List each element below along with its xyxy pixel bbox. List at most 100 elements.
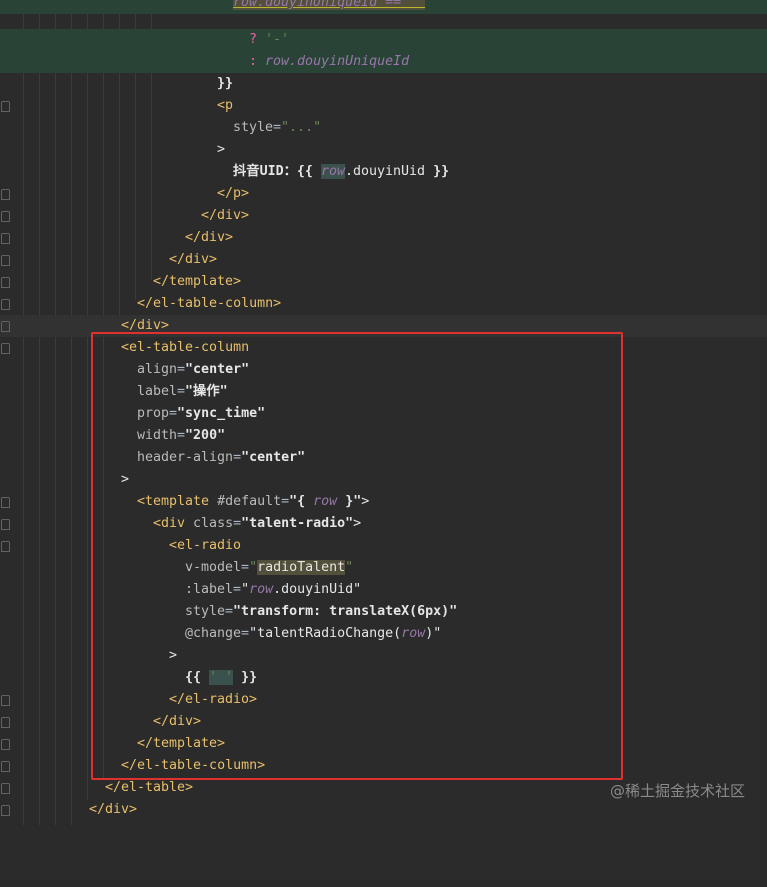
code-token: "操作" <box>185 384 228 399</box>
code-line[interactable]: </div> <box>0 799 767 821</box>
code-token: }" <box>337 494 362 509</box>
code-token: </p> <box>217 186 250 201</box>
fold-marker-icon[interactable] <box>1 321 10 332</box>
code-line[interactable]: > <box>0 645 767 667</box>
code-token: : <box>249 54 258 69</box>
fold-marker-icon[interactable] <box>1 211 10 222</box>
code-token: <template <box>137 494 210 509</box>
code-line[interactable]: > <box>0 139 767 161</box>
code-line[interactable]: : row.douyinUniqueId <box>0 51 767 73</box>
code-token: </div> <box>201 208 250 223</box>
code-line[interactable]: 抖音UID：{{ row.douyinUid }} <box>0 161 767 183</box>
fold-marker-icon[interactable] <box>1 695 10 706</box>
code-token: }} <box>241 670 258 685</box>
code-line[interactable]: </el-radio> <box>0 689 767 711</box>
code-line[interactable]: align="center" <box>0 359 767 381</box>
code-token: row <box>401 626 426 641</box>
code-token: radioTalent <box>257 560 346 575</box>
code-line[interactable]: ? '-' <box>0 29 767 51</box>
fold-marker-icon[interactable] <box>1 541 10 552</box>
code-token: ' ' <box>209 670 234 685</box>
fold-marker-icon[interactable] <box>1 255 10 266</box>
fold-marker-icon[interactable] <box>1 101 10 112</box>
code-token: "transform: translateX(6px)" <box>233 604 458 619</box>
code-editor[interactable]: row.douyinUniqueId == '' ? '-' : row.dou… <box>0 0 767 825</box>
code-token: .douyinUid <box>273 582 354 597</box>
code-token: align <box>137 362 178 377</box>
code-token: </el-table-column> <box>137 296 282 311</box>
code-line[interactable]: <el-table-column <box>0 337 767 359</box>
fold-marker-icon[interactable] <box>1 233 10 244</box>
code-token: "center" <box>241 450 306 465</box>
fold-marker-icon[interactable] <box>1 761 10 772</box>
code-line[interactable]: <template #default="{ row }"> <box>0 491 767 513</box>
code-line[interactable]: </div> <box>0 227 767 249</box>
fold-marker-icon[interactable] <box>1 519 10 530</box>
code-line[interactable]: row.douyinUniqueId == '' <box>0 0 767 14</box>
code-line[interactable]: <div class="talent-radio"> <box>0 513 767 535</box>
code-token: v-model <box>185 560 242 575</box>
fold-marker-icon[interactable] <box>1 277 10 288</box>
code-line[interactable]: </template> <box>0 733 767 755</box>
code-token: .douyinUid <box>344 164 426 179</box>
code-token: "200" <box>185 428 226 443</box>
code-token: row.douyinUniqueId <box>265 54 410 69</box>
code-line[interactable]: width="200" <box>0 425 767 447</box>
code-token: :label <box>185 582 234 597</box>
fold-marker-icon[interactable] <box>1 717 10 728</box>
code-line[interactable]: style="transform: translateX(6px)" <box>0 601 767 623</box>
fold-marker-icon[interactable] <box>1 189 10 200</box>
code-token: style <box>185 604 226 619</box>
code-token: <div <box>153 516 186 531</box>
code-token: > <box>121 472 130 487</box>
code-token: <p <box>217 98 234 113</box>
code-line[interactable]: </div> <box>0 249 767 271</box>
code-line[interactable]: <p <box>0 95 767 117</box>
code-line[interactable]: </div> <box>0 205 767 227</box>
code-token: }} <box>217 76 234 91</box>
code-token: row <box>320 164 345 179</box>
code-token: </el-radio> <box>169 692 258 707</box>
code-line[interactable]: v-model="radioTalent" <box>0 557 767 579</box>
code-line[interactable]: </p> <box>0 183 767 205</box>
code-line[interactable]: </template> <box>0 271 767 293</box>
fold-marker-icon[interactable] <box>1 805 10 816</box>
fold-marker-icon[interactable] <box>1 739 10 750</box>
code-token: ? <box>249 32 258 47</box>
code-token: </div> <box>185 230 234 245</box>
code-line[interactable]: style="..." <box>0 117 767 139</box>
code-token: "talent-radio" <box>241 516 354 531</box>
fold-marker-icon[interactable] <box>1 299 10 310</box>
code-token: }} <box>433 164 450 179</box>
watermark: @稀土掘金技术社区 <box>609 782 745 800</box>
code-line[interactable]: </div> <box>0 711 767 733</box>
fold-marker-icon[interactable] <box>1 783 10 794</box>
code-token: row.douyinUniqueId == '' <box>233 0 426 10</box>
code-token: prop <box>137 406 170 421</box>
code-token: > <box>169 648 178 663</box>
code-token: style <box>233 120 274 135</box>
fold-marker-icon[interactable] <box>1 497 10 508</box>
code-token: 抖音UID： <box>233 164 297 179</box>
code-line[interactable]: </el-table-column> <box>0 755 767 777</box>
code-line[interactable]: @change="talentRadioChange(row)" <box>0 623 767 645</box>
code-token: class <box>193 516 234 531</box>
code-line[interactable]: prop="sync_time" <box>0 403 767 425</box>
code-line[interactable]: label="操作" <box>0 381 767 403</box>
code-token: "{ <box>289 494 314 509</box>
code-line[interactable]: header-align="center" <box>0 447 767 469</box>
code-token: "..." <box>281 120 322 135</box>
code-token: @change <box>185 626 242 641</box>
code-token: "center" <box>185 362 250 377</box>
fold-marker-icon[interactable] <box>1 343 10 354</box>
code-line[interactable]: > <box>0 469 767 491</box>
code-line[interactable]: </el-table-column> <box>0 293 767 315</box>
code-token: header-align <box>137 450 234 465</box>
code-token: > <box>361 494 370 509</box>
code-line[interactable]: <el-radio <box>0 535 767 557</box>
code-line-current[interactable]: </div> <box>0 315 767 337</box>
code-line[interactable]: :label="row.douyinUid" <box>0 579 767 601</box>
code-line[interactable]: {{ ' ' }} <box>0 667 767 689</box>
code-line[interactable]: }} <box>0 73 767 95</box>
code-token: <el-radio <box>169 538 242 553</box>
